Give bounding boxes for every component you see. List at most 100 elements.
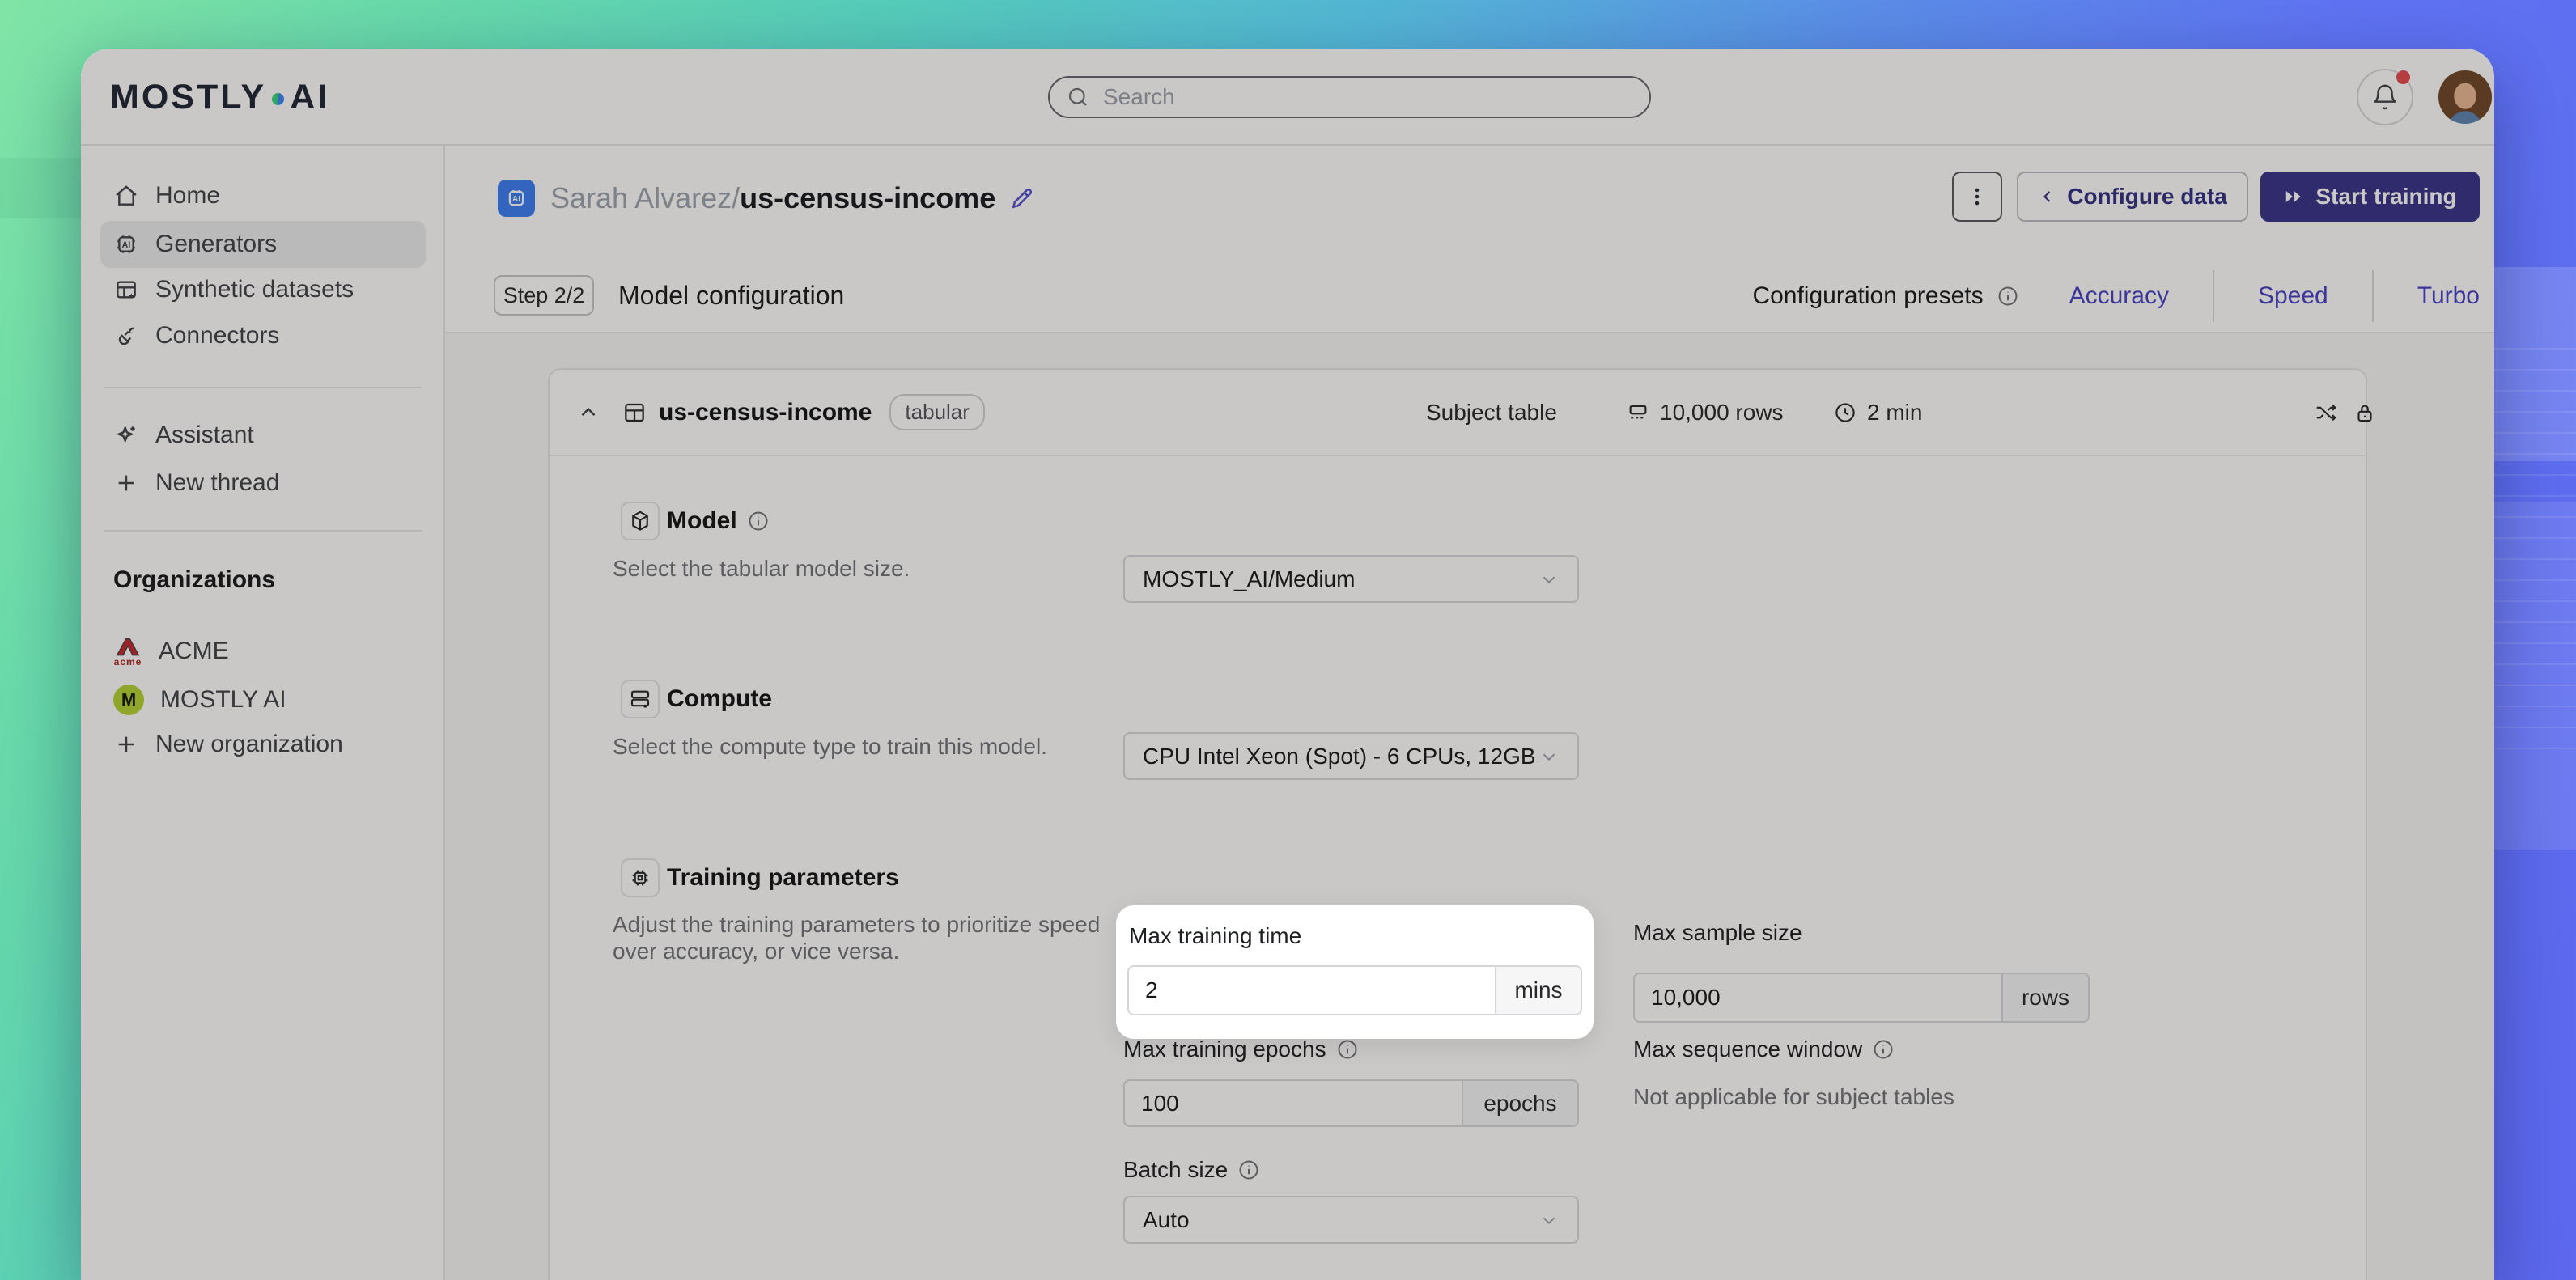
step-badge: Step 2/2 bbox=[494, 275, 594, 316]
notifications-button[interactable] bbox=[2357, 69, 2413, 125]
app-window: MOSTLY AI Home AI Generators bbox=[81, 49, 2494, 1280]
sidebar-item-label: New thread bbox=[155, 469, 280, 496]
breadcrumb: Sarah Alvarez/us-census-income bbox=[550, 180, 1036, 217]
info-icon[interactable] bbox=[1237, 1159, 1260, 1181]
sidebar-item-label: MOSTLY AI bbox=[160, 686, 286, 713]
plus-icon bbox=[118, 475, 134, 491]
svg-text:AI: AI bbox=[512, 195, 520, 204]
info-icon[interactable] bbox=[747, 510, 770, 532]
bell-icon bbox=[2374, 84, 2396, 110]
sidebar-item-org-mostly-ai[interactable]: M MOSTLY AI bbox=[100, 676, 426, 723]
max-training-time-input[interactable] bbox=[1127, 965, 1496, 1015]
max-sequence-window-note: Not applicable for subject tables bbox=[1633, 1084, 1954, 1109]
sidebar-item-connectors[interactable]: Connectors bbox=[100, 312, 426, 359]
max-sample-size-input[interactable] bbox=[1633, 973, 2003, 1023]
subject-table-label: Subject table bbox=[1426, 399, 1557, 425]
training-section-description-line1: Adjust the training parameters to priori… bbox=[613, 912, 1101, 937]
content-area: us-census-income tabular Subject table 1… bbox=[445, 333, 2494, 1280]
svg-text:AI: AI bbox=[122, 240, 131, 250]
table-config-card: us-census-income tabular Subject table 1… bbox=[548, 368, 2372, 1280]
chevron-left-icon bbox=[2043, 191, 2051, 202]
generator-name: us-census-income bbox=[740, 181, 996, 214]
max-sequence-window-label: Max sequence window bbox=[1633, 1030, 1895, 1069]
batch-size-select[interactable]: Auto bbox=[1123, 1196, 1579, 1244]
sidebar-item-new-organization[interactable]: New organization bbox=[100, 721, 426, 768]
preset-accuracy[interactable]: Accuracy bbox=[2069, 282, 2169, 310]
generator-type-icon: AI bbox=[498, 180, 535, 217]
start-training-button[interactable]: Start training bbox=[2260, 172, 2480, 222]
table-icon bbox=[625, 403, 644, 422]
max-sample-size-field: rows bbox=[1633, 973, 2090, 1023]
server-icon bbox=[630, 690, 650, 708]
sidebar-divider bbox=[104, 530, 422, 532]
ai-chip-icon: AI bbox=[117, 235, 135, 253]
more-actions-button[interactable] bbox=[1952, 172, 2002, 222]
model-section-title: Model bbox=[667, 502, 770, 540]
kebab-icon bbox=[1975, 188, 1980, 206]
card-header-icons bbox=[2314, 370, 2377, 455]
sidebar-item-label: New organization bbox=[155, 731, 343, 757]
sidebar-item-label: Synthetic datasets bbox=[155, 276, 354, 303]
sidebar-item-label: Assistant bbox=[155, 422, 254, 448]
configure-data-button[interactable]: Configure data bbox=[2017, 172, 2248, 222]
training-time-estimate: 2 min bbox=[1833, 370, 1922, 455]
info-icon[interactable] bbox=[1336, 1038, 1359, 1061]
table-type-badge: tabular bbox=[889, 394, 985, 430]
max-sample-size-label: Max sample size bbox=[1633, 920, 1802, 945]
lock-icon[interactable] bbox=[2353, 401, 2377, 425]
sidebar-item-label: Generators bbox=[155, 231, 278, 257]
acme-logo: acme bbox=[113, 634, 142, 669]
sidebar-item-new-thread[interactable]: New thread bbox=[100, 460, 426, 506]
chevron-down-icon bbox=[1543, 576, 1555, 583]
chevron-down-icon bbox=[1543, 753, 1555, 761]
cube-icon bbox=[632, 511, 648, 531]
fast-forward-icon bbox=[2286, 190, 2302, 203]
model-select[interactable]: MOSTLY_AI/Medium bbox=[1123, 555, 1579, 603]
user-avatar[interactable] bbox=[2438, 70, 2492, 124]
sidebar-item-label: Connectors bbox=[155, 322, 280, 349]
page-header: AI Sarah Alvarez/us-census-income Config… bbox=[445, 146, 2494, 333]
chevron-down-icon bbox=[1543, 1217, 1555, 1224]
max-training-epochs-field: epochs bbox=[1123, 1079, 1579, 1127]
sidebar-item-assistant[interactable]: Assistant bbox=[100, 412, 426, 459]
preset-turbo[interactable]: Turbo bbox=[2417, 282, 2480, 310]
search-icon bbox=[1068, 87, 1087, 106]
clock-icon bbox=[1835, 402, 1855, 422]
max-training-epochs-input[interactable] bbox=[1123, 1079, 1463, 1127]
max-sample-size-unit: rows bbox=[2003, 973, 2090, 1023]
preset-divider bbox=[2371, 270, 2374, 322]
compute-select[interactable]: CPU Intel Xeon (Spot) - 6 CPUs, 12GB... bbox=[1123, 732, 1579, 780]
synthetic-datasets-icon bbox=[117, 281, 136, 299]
training-section-icon-box bbox=[621, 858, 660, 897]
preset-divider bbox=[2212, 270, 2214, 322]
compute-section-title: Compute bbox=[667, 685, 772, 712]
sidebar-item-org-acme[interactable]: acme ACME bbox=[100, 628, 426, 675]
preset-speed[interactable]: Speed bbox=[2258, 282, 2328, 310]
model-section-icon-box bbox=[621, 502, 660, 540]
mostly-ai-logo[interactable]: MOSTLY AI bbox=[110, 49, 329, 146]
sidebar-item-label: Home bbox=[155, 182, 221, 209]
shuffle-icon[interactable] bbox=[2314, 401, 2338, 425]
sidebar-item-home[interactable]: Home bbox=[100, 172, 426, 219]
compute-section-description: Select the compute type to train this mo… bbox=[613, 734, 1047, 759]
bg-stripe-decor bbox=[0, 158, 81, 218]
row-count: 10,000 rows bbox=[1626, 370, 1784, 455]
chevron-up-icon[interactable] bbox=[576, 401, 601, 425]
edit-name-button[interactable] bbox=[1008, 184, 1036, 212]
sidebar-item-generators[interactable]: AI Generators bbox=[100, 221, 426, 268]
search-input[interactable] bbox=[1103, 84, 1633, 110]
training-section-description-line2: over accuracy, or vice versa. bbox=[613, 939, 900, 964]
sidebar-divider bbox=[104, 387, 422, 388]
max-training-time-label: Max training time bbox=[1129, 923, 1302, 948]
plus-icon bbox=[118, 736, 134, 752]
sidebar-item-synthetic-datasets[interactable]: Synthetic datasets bbox=[100, 266, 426, 313]
max-training-time-field: mins bbox=[1127, 965, 1582, 1015]
logo-dot-icon bbox=[272, 92, 285, 105]
plug-icon bbox=[118, 327, 134, 345]
topbar: MOSTLY AI bbox=[81, 49, 2494, 146]
logo-text-2: AI bbox=[290, 77, 330, 117]
info-icon[interactable] bbox=[1997, 285, 2019, 307]
mostly-ai-org-logo: M bbox=[113, 685, 144, 715]
search-bar[interactable] bbox=[1048, 76, 1651, 118]
info-icon[interactable] bbox=[1872, 1038, 1895, 1061]
